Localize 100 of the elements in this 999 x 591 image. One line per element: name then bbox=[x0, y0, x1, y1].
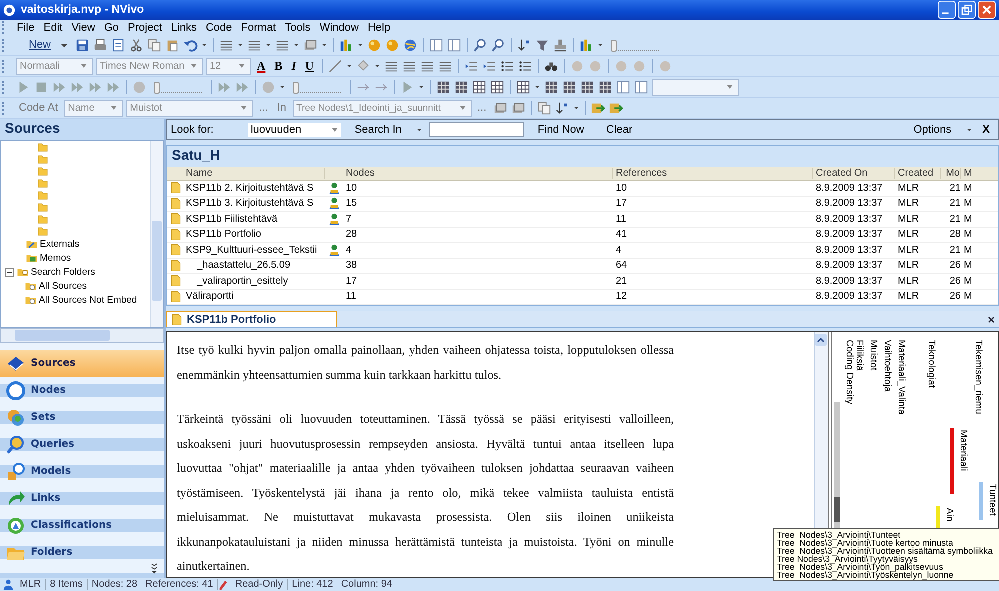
scissors-icon[interactable] bbox=[129, 38, 144, 52]
column-header[interactable]: M bbox=[961, 168, 979, 179]
table-cell[interactable]: _haastattelu_26.5.09 bbox=[183, 260, 325, 272]
undo-icon[interactable] bbox=[183, 38, 198, 52]
column-header[interactable]: Created On bbox=[813, 168, 895, 179]
tree-item[interactable]: All Sources Not Embed bbox=[39, 294, 138, 306]
find-now-button[interactable]: Find Now bbox=[530, 124, 592, 136]
close-button[interactable]: X bbox=[978, 124, 994, 136]
scrollbar[interactable] bbox=[0, 328, 164, 343]
nav-button[interactable]: Classifications bbox=[0, 512, 164, 539]
format-button[interactable]: U bbox=[302, 58, 318, 74]
list-icon[interactable] bbox=[518, 58, 534, 74]
column-header[interactable]: References bbox=[613, 168, 813, 179]
folder-icon[interactable] bbox=[37, 201, 49, 213]
collapse-toggle[interactable] bbox=[5, 268, 14, 276]
nav-button[interactable]: Sources bbox=[0, 350, 164, 377]
copy-icon[interactable] bbox=[147, 38, 162, 52]
nav-button[interactable]: Nodes bbox=[0, 377, 164, 404]
folder-icon[interactable] bbox=[37, 177, 49, 189]
chevron-icon[interactable] bbox=[151, 563, 158, 574]
folder-icon[interactable] bbox=[37, 189, 49, 201]
format-button[interactable]: A bbox=[254, 58, 269, 74]
nav-button[interactable]: Models bbox=[0, 458, 164, 485]
grid-dark-icon[interactable] bbox=[562, 80, 577, 94]
menu-item[interactable]: Project bbox=[124, 22, 168, 34]
tree-item[interactable]: Externals bbox=[40, 238, 80, 250]
column-header[interactable]: Nodes bbox=[343, 168, 613, 179]
clear-button[interactable]: Clear bbox=[598, 124, 641, 136]
menu-item[interactable]: Code bbox=[202, 22, 238, 34]
print-icon[interactable] bbox=[93, 38, 108, 52]
column-header[interactable]: Mo bbox=[941, 168, 961, 179]
menu-item[interactable]: View bbox=[68, 22, 100, 34]
restore-button[interactable] bbox=[958, 1, 976, 19]
globe-icon[interactable] bbox=[403, 38, 418, 52]
save-icon[interactable] bbox=[75, 38, 90, 52]
search-field[interactable]: luovuuden bbox=[248, 122, 341, 136]
stack-icon[interactable] bbox=[492, 100, 508, 116]
menu-item[interactable]: File bbox=[13, 22, 40, 34]
panel-icon[interactable] bbox=[447, 38, 462, 52]
zoom-icon[interactable] bbox=[473, 38, 488, 52]
panel-icon[interactable] bbox=[429, 38, 444, 52]
stamp-icon[interactable] bbox=[553, 38, 568, 52]
tree-item[interactable]: Search Folders bbox=[31, 266, 96, 278]
grid-dark-icon[interactable] bbox=[580, 80, 595, 94]
sort-icon[interactable] bbox=[554, 100, 570, 116]
input-field[interactable] bbox=[428, 122, 524, 137]
grid-icon[interactable] bbox=[516, 80, 531, 94]
scrollbar[interactable] bbox=[150, 141, 163, 327]
nav-button[interactable]: Folders bbox=[0, 539, 164, 566]
stack-icon[interactable] bbox=[510, 100, 526, 116]
nav-button[interactable]: Sets bbox=[0, 404, 164, 431]
search-in-button[interactable]: Search In bbox=[346, 124, 410, 136]
folder-icon[interactable] bbox=[37, 165, 49, 177]
grid-dark-icon[interactable] bbox=[454, 80, 469, 94]
scroll-up-icon[interactable] bbox=[815, 334, 827, 346]
menu-item[interactable]: Help bbox=[364, 22, 396, 34]
folder-icon[interactable] bbox=[37, 213, 49, 225]
options-button[interactable]: Options bbox=[906, 124, 960, 136]
folder-icon[interactable] bbox=[37, 225, 49, 237]
grid-dark-icon[interactable] bbox=[544, 80, 559, 94]
nav-button[interactable]: Queries bbox=[0, 431, 164, 458]
grid-dark-icon[interactable] bbox=[436, 80, 451, 94]
new-button[interactable]: New bbox=[26, 39, 54, 51]
menu-item[interactable]: Edit bbox=[40, 22, 68, 34]
grid-icon[interactable] bbox=[490, 80, 505, 94]
table-cell[interactable]: Väliraportti bbox=[183, 291, 325, 302]
zoom-icon[interactable] bbox=[491, 38, 506, 52]
tree-item[interactable]: All Sources bbox=[39, 280, 88, 292]
page-icon[interactable] bbox=[111, 38, 126, 52]
slider-thumb[interactable] bbox=[611, 40, 618, 52]
panel-icon[interactable] bbox=[634, 80, 649, 94]
menu-item[interactable]: Window bbox=[316, 22, 364, 34]
column-header[interactable]: Created bbox=[895, 168, 941, 179]
menu-item[interactable]: Links bbox=[167, 22, 202, 34]
slider-thumb[interactable] bbox=[154, 82, 160, 94]
table-cell[interactable]: KSP9_Kulttuuri-essee_Tekstii bbox=[183, 244, 325, 256]
document-tab[interactable]: KSP11b Portfolio bbox=[166, 311, 338, 327]
menu-item[interactable]: Go bbox=[100, 22, 124, 34]
minimize-button[interactable] bbox=[938, 1, 956, 19]
format-button[interactable]: I bbox=[288, 58, 300, 74]
grid-dark-icon[interactable] bbox=[598, 80, 613, 94]
close-button[interactable] bbox=[978, 1, 996, 19]
volume-slider[interactable] bbox=[293, 82, 341, 92]
close-button[interactable]: × bbox=[984, 313, 999, 327]
format-button[interactable]: B bbox=[272, 58, 286, 74]
media-slider[interactable] bbox=[154, 82, 202, 92]
menu-item[interactable]: Format bbox=[237, 22, 282, 34]
table-cell[interactable]: KSP11b Fiilistehtävä bbox=[183, 214, 325, 225]
table-cell[interactable]: _valiraportin_esittely bbox=[183, 276, 325, 287]
stack-icon[interactable] bbox=[303, 38, 318, 52]
menu-item[interactable]: Tools bbox=[281, 22, 316, 34]
slider-thumb[interactable] bbox=[293, 82, 299, 94]
table-cell[interactable]: KSP11b 3. Kirjoitustehtävä S bbox=[183, 198, 325, 210]
table-cell[interactable]: KSP11b 2. Kirjoitustehtävä S bbox=[183, 182, 325, 194]
table-cell[interactable]: KSP11b Portfolio bbox=[183, 229, 325, 240]
grid-icon[interactable] bbox=[472, 80, 487, 94]
column-header[interactable]: Name bbox=[183, 168, 325, 179]
folder-icon[interactable] bbox=[37, 153, 49, 165]
tree-item[interactable]: Memos bbox=[40, 252, 72, 264]
list-icon[interactable] bbox=[500, 58, 516, 74]
